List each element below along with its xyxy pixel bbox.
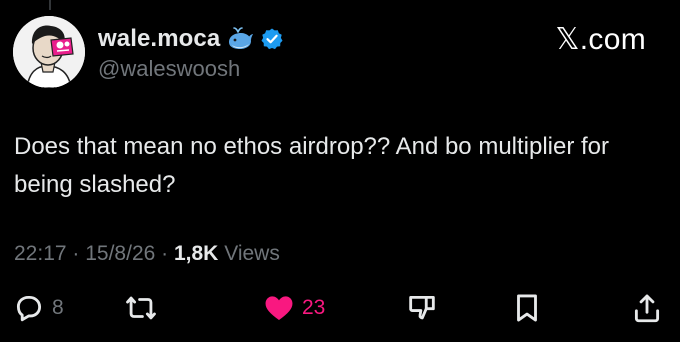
heart-icon (265, 296, 293, 321)
like-button[interactable]: 23 (262, 290, 325, 326)
thread-connector-line (49, 0, 51, 10)
brand-logo-text: 𝕏.com (555, 23, 646, 56)
tweet-time[interactable]: 22:17 (14, 242, 67, 265)
tweet-text: Does that mean no ethos airdrop?? And bo… (14, 133, 610, 198)
tweet-meta: 22:17 · 15/8/26 · 1,8K Views (14, 242, 280, 266)
whale-icon (226, 25, 254, 53)
avatar-illustration (13, 16, 85, 88)
bookmark-icon (517, 294, 537, 322)
bookmark-button[interactable] (510, 290, 544, 326)
share-button[interactable] (630, 290, 664, 326)
author-name-row: wale.moca (98, 24, 284, 54)
dislike-icon (409, 295, 435, 320)
meta-separator: · (161, 242, 174, 265)
reply-button[interactable]: 8 (12, 290, 64, 326)
meta-separator: · (72, 242, 86, 265)
dislike-button[interactable] (405, 290, 439, 326)
reply-count: 8 (52, 296, 64, 319)
reply-icon (16, 295, 42, 322)
tweet-date[interactable]: 15/8/26 (85, 242, 155, 265)
author-handle[interactable]: @waleswoosh (98, 56, 240, 82)
like-count: 23 (302, 296, 326, 319)
share-icon (634, 294, 660, 323)
repost-icon (126, 296, 156, 320)
action-bar: 8 23 (0, 290, 680, 326)
verified-badge-icon[interactable] (260, 27, 284, 51)
repost-button[interactable] (124, 290, 158, 326)
views-label: Views (224, 242, 280, 265)
author-display-name[interactable]: wale.moca (98, 25, 220, 53)
views-count: 1,8K (173, 242, 219, 265)
avatar[interactable] (13, 16, 85, 88)
